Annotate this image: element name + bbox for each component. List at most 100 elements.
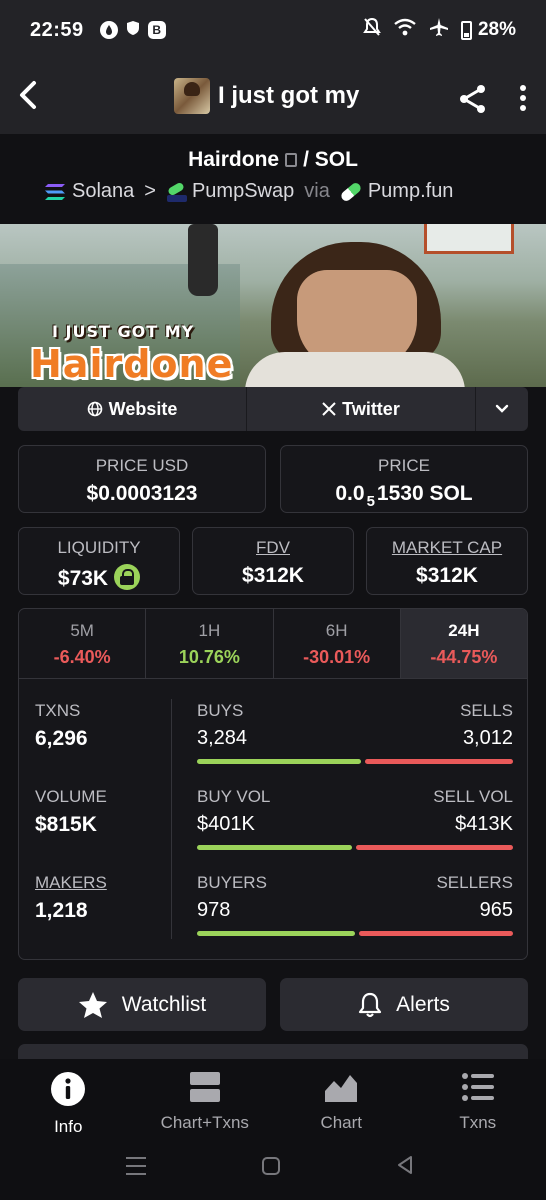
nav-info-label: Info bbox=[54, 1117, 83, 1136]
system-navigation-bar bbox=[0, 1141, 546, 1200]
split-view-icon bbox=[189, 1072, 220, 1102]
tab-5m[interactable]: 5M -6.40% bbox=[19, 609, 147, 678]
txns-label: TXNS bbox=[35, 701, 81, 720]
launchpad-link[interactable]: Pump.fun bbox=[368, 180, 454, 203]
change-6h: -30.01% bbox=[303, 647, 371, 667]
price-usd-card: PRICE USD $0.0003123 bbox=[18, 445, 266, 513]
price-usd-label: PRICE USD bbox=[95, 456, 189, 475]
sell-vol-value: $413K bbox=[455, 813, 513, 835]
area-chart-icon bbox=[325, 1075, 358, 1102]
liquidity-value: $73K bbox=[57, 567, 109, 590]
buy-vol-label: BUY VOL bbox=[197, 787, 271, 806]
tab-6h[interactable]: 6H -30.01% bbox=[274, 609, 401, 678]
recents-button[interactable] bbox=[126, 1157, 146, 1175]
watchlist-label: Watchlist bbox=[121, 992, 207, 1016]
fdv-value: $312K bbox=[242, 564, 304, 587]
nav-txns[interactable]: Txns bbox=[410, 1059, 546, 1141]
volume-row: VOLUME $815K BUY VOL $401K SELL VOL $413… bbox=[19, 787, 527, 867]
share-icon bbox=[460, 85, 485, 113]
buyers-ratio-bar bbox=[197, 931, 355, 936]
liquidity-card: LIQUIDITY $73K bbox=[18, 527, 180, 595]
watchlist-button[interactable]: Watchlist bbox=[18, 978, 266, 1031]
sells-value: 3,012 bbox=[462, 727, 513, 749]
fdv-card[interactable]: FDV $312K bbox=[192, 527, 354, 595]
more-links-dropdown[interactable] bbox=[476, 387, 528, 431]
quote-token: SOL bbox=[314, 148, 358, 171]
twitter-button[interactable]: Twitter bbox=[247, 387, 476, 431]
liquidity-label: LIQUIDITY bbox=[57, 538, 141, 557]
nav-chart-txns-label: Chart+Txns bbox=[160, 1113, 249, 1132]
battery-percent: 28% bbox=[477, 19, 516, 40]
sells-ratio-bar bbox=[365, 759, 513, 764]
website-label: Website bbox=[108, 398, 178, 419]
status-bar: 22:59 B 28% bbox=[0, 0, 546, 60]
buy-vol-ratio-bar bbox=[197, 845, 352, 850]
trading-stats-panel: 5M -6.40% 1H 10.76% 6H -30.01% 24H -44.7… bbox=[18, 608, 528, 960]
chevron-down-icon bbox=[495, 404, 509, 413]
alerts-button[interactable]: Alerts bbox=[280, 978, 528, 1031]
buys-ratio-bar bbox=[197, 759, 361, 764]
globe-icon bbox=[87, 401, 102, 417]
nav-info[interactable]: Info bbox=[0, 1059, 137, 1141]
home-button[interactable] bbox=[262, 1157, 280, 1175]
pair-header: Hairdone / SOL Solana > PumpSwap via Pump… bbox=[0, 134, 546, 224]
chain-link[interactable]: Solana bbox=[72, 180, 134, 203]
change-24h: -44.75% bbox=[430, 647, 498, 667]
makers-row: MAKERS 1,218 BUYERS 978 SELLERS 965 bbox=[19, 873, 527, 953]
info-icon bbox=[51, 1072, 86, 1106]
nav-chart[interactable]: Chart bbox=[273, 1059, 410, 1141]
dex-link[interactable]: PumpSwap bbox=[192, 180, 294, 203]
volume-label: VOLUME bbox=[35, 787, 107, 806]
pair-route: Solana > PumpSwap via Pump.fun bbox=[44, 180, 453, 203]
buys-label: BUYS bbox=[197, 701, 244, 720]
brave-b-icon: B bbox=[147, 21, 166, 39]
tab-24h[interactable]: 24H -44.75% bbox=[400, 609, 527, 678]
buy-vol-value: $401K bbox=[197, 813, 255, 835]
back-triangle-button[interactable] bbox=[396, 1155, 414, 1181]
base-token: Hairdone bbox=[188, 148, 280, 171]
market-cap-card[interactable]: MARKET CAP $312K bbox=[366, 527, 528, 595]
back-button[interactable] bbox=[18, 80, 48, 114]
makers-value: 1,218 bbox=[35, 899, 88, 922]
nav-chart-txns[interactable]: Chart+Txns bbox=[137, 1059, 274, 1141]
bottom-navigation: Info Chart+Txns Chart Txns bbox=[0, 1059, 546, 1141]
pair-separator: / bbox=[303, 148, 309, 171]
txns-value: 6,296 bbox=[35, 727, 88, 750]
price-native-label: PRICE bbox=[378, 456, 430, 475]
sell-vol-ratio-bar bbox=[356, 845, 513, 850]
timeframe-tabs: 5M -6.40% 1H 10.76% 6H -30.01% 24H -44.7… bbox=[19, 609, 527, 679]
twitter-label: Twitter bbox=[342, 398, 400, 419]
bell-icon bbox=[359, 992, 382, 1017]
drop-app-icon bbox=[99, 21, 118, 39]
list-icon bbox=[461, 1073, 494, 1101]
nav-txns-label: Txns bbox=[459, 1113, 497, 1132]
txns-row: TXNS 6,296 BUYS 3,284 SELLS 3,012 bbox=[19, 701, 527, 781]
share-button[interactable] bbox=[458, 84, 488, 119]
makers-label[interactable]: MAKERS bbox=[35, 873, 107, 893]
banner-caption-main: Hairdone bbox=[30, 342, 234, 386]
tab-1h[interactable]: 1H 10.76% bbox=[146, 609, 274, 678]
copy-icon[interactable] bbox=[285, 153, 298, 167]
page-title: I just got my bbox=[218, 82, 360, 109]
back-triangle-icon bbox=[398, 1156, 412, 1174]
change-5m: -6.40% bbox=[53, 647, 111, 667]
banner-person bbox=[245, 242, 465, 387]
token-avatar bbox=[174, 78, 210, 114]
nav-chart-label: Chart bbox=[320, 1113, 363, 1132]
wifi-icon bbox=[393, 18, 417, 42]
price-native-card: PRICE 0.0 51530 SOL bbox=[280, 445, 528, 513]
fdv-label[interactable]: FDV bbox=[193, 538, 353, 558]
microphone-shape bbox=[188, 224, 218, 296]
airplane-icon bbox=[429, 17, 449, 43]
buys-value: 3,284 bbox=[197, 727, 248, 749]
lock-icon[interactable] bbox=[114, 564, 141, 590]
website-button[interactable]: Website bbox=[18, 387, 247, 431]
more-menu-button[interactable] bbox=[516, 84, 530, 117]
price-native-value: 0.0 51530 SOL bbox=[335, 482, 473, 510]
alerts-label: Alerts bbox=[396, 992, 450, 1016]
market-cap-label[interactable]: MARKET CAP bbox=[367, 538, 527, 558]
pumpswap-icon bbox=[166, 182, 187, 202]
x-logo-icon bbox=[322, 402, 336, 416]
battery-icon bbox=[460, 20, 472, 40]
market-cap-value: $312K bbox=[416, 564, 478, 587]
